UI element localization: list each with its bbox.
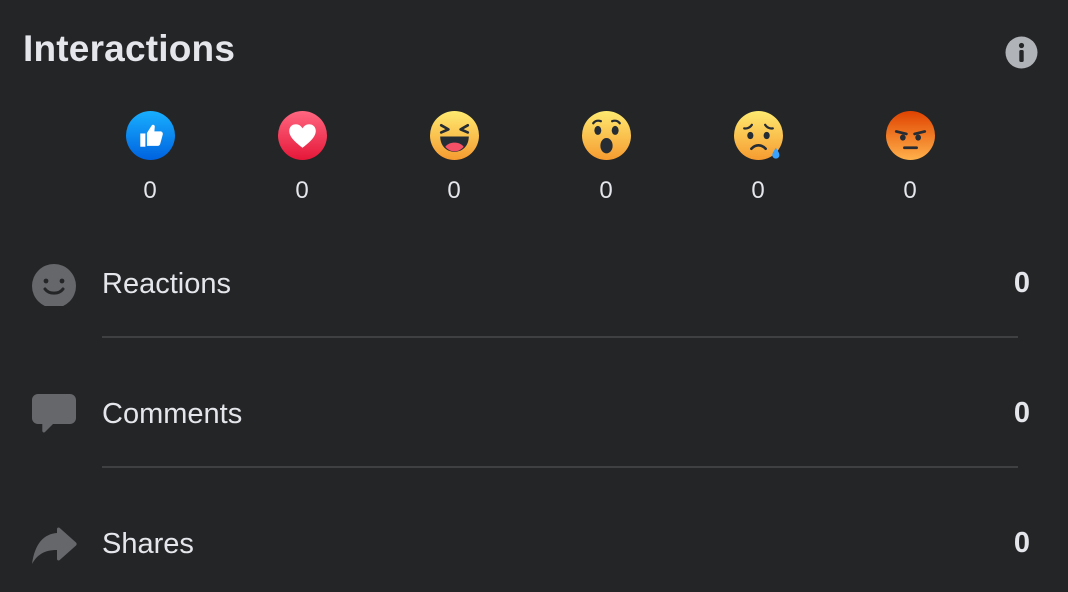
reaction-count: 0 <box>143 177 157 204</box>
wow-icon <box>581 111 631 160</box>
reaction-wow: 0 <box>566 111 646 205</box>
divider <box>102 336 1018 338</box>
info-button[interactable] <box>1005 36 1038 69</box>
metric-value: 0 <box>1013 527 1030 559</box>
like-icon <box>125 111 175 160</box>
comment-icon <box>32 394 76 433</box>
reaction-sad: 0 <box>718 111 798 205</box>
metric-row-comments: Comments 0 <box>0 382 1068 442</box>
reaction-count: 0 <box>599 177 613 204</box>
divider <box>102 466 1018 468</box>
info-icon <box>1005 36 1038 69</box>
page-title: Interactions <box>23 28 236 69</box>
metric-label: Shares <box>102 528 194 560</box>
smiley-icon <box>32 264 76 306</box>
love-icon <box>277 111 327 160</box>
reaction-like: 0 <box>110 111 190 205</box>
reaction-haha: 0 <box>414 111 494 205</box>
reaction-love: 0 <box>262 111 342 205</box>
reaction-count: 0 <box>295 177 309 204</box>
haha-icon <box>429 111 479 160</box>
metric-row-reactions: Reactions 0 <box>0 252 1068 312</box>
angry-icon <box>885 111 935 160</box>
metric-row-shares: Shares 0 <box>0 512 1068 572</box>
metric-value: 0 <box>1013 397 1030 429</box>
share-icon <box>32 524 77 564</box>
sad-icon <box>733 111 783 160</box>
reaction-count: 0 <box>903 177 917 204</box>
metric-label: Reactions <box>102 268 231 300</box>
metric-value: 0 <box>1013 267 1030 299</box>
reaction-count: 0 <box>751 177 765 204</box>
interactions-card: Interactions 0 0 0 0 0 0 Reactions 0 Com… <box>0 0 1068 592</box>
reaction-count: 0 <box>447 177 461 204</box>
reaction-angry: 0 <box>870 111 950 205</box>
metric-label: Comments <box>102 398 243 430</box>
